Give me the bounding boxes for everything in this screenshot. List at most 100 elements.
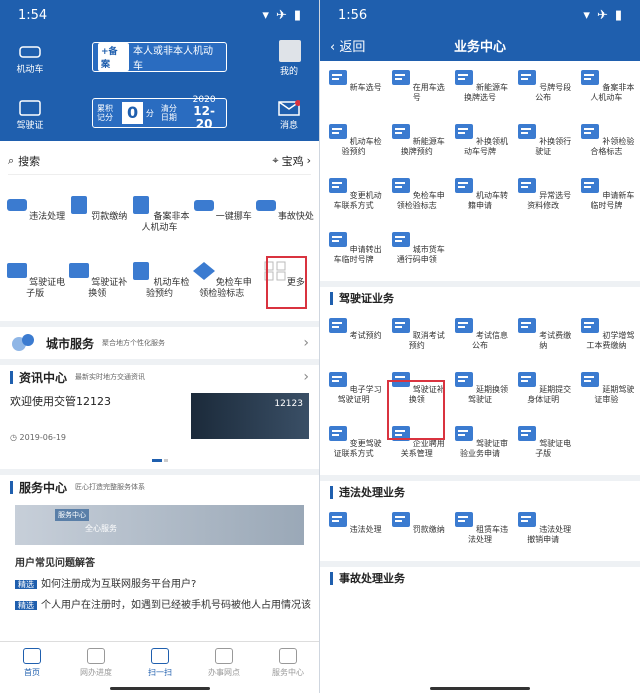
city-selector[interactable]: ⌖ 宝鸡 › [272,153,311,169]
business-item[interactable]: 违法处理撤销申请 [512,507,575,561]
grid-item-accident[interactable]: 事故快处 [253,189,315,255]
wifi-icon: ▾ [583,7,590,23]
license-label: 驾驶证 [16,121,44,131]
grid-item-license-replace[interactable]: 驾驶证补换领 [66,255,128,321]
left-screen: 1:54 ▾ ✈ ▮ 机动车 +备案 本人或非本人机动车 我的 驾驶证 累积记分… [0,0,320,693]
business-item[interactable]: 新车选号 [322,65,385,119]
business-item[interactable]: 补换领机动车号牌 [448,119,511,173]
business-item[interactable]: 考试信息公布 [448,313,511,367]
business-item[interactable]: 机动车转籍申请 [448,173,511,227]
business-item[interactable]: 号牌号段公布 [512,65,575,119]
back-button[interactable]: ‹ 返回 [330,36,365,55]
service-title: 服务中心 [19,480,68,495]
tab-home[interactable]: 首页 [0,642,64,693]
service-banner[interactable]: 服务中心 全心服务 [15,505,304,545]
score-panel[interactable]: 累积记分 0 分 清分日期 2020 12-20 [92,95,227,130]
business-label: 罚款缴纳 [412,525,445,534]
avatar[interactable] [279,40,301,62]
grid-item-violation[interactable]: 违法处理 [4,189,66,255]
business-label: 违法处理 [349,525,382,534]
business-item[interactable]: 在用车选号 [385,65,448,119]
business-item[interactable]: 电子学习驾驶证明 [322,367,385,421]
business-item[interactable]: 申请新车临时号牌 [575,173,638,227]
location-icon: ⌖ [272,153,279,167]
document-icon [454,426,473,441]
faq-title: 用户常见问题解答 [15,558,95,569]
clear-date: 12-20 [193,103,215,131]
business-item[interactable]: 初学增驾工本费缴纳 [575,313,638,367]
grid-item-fine[interactable]: 罚款缴纳 [66,189,128,255]
map-pin-icon [215,648,233,664]
bottom-tab-bar: 首页 网办进度 扫一扫 办事网点 服务中心 [0,641,319,693]
business-item[interactable]: 考试费缴纳 [512,313,575,367]
grid-item-move-car[interactable]: 一键挪车 [191,189,253,255]
business-item[interactable]: 城市货车通行码申领 [385,227,448,281]
document-icon [328,124,347,139]
business-item[interactable]: 违法处理 [322,507,385,561]
chevron-right-icon: › [303,369,309,385]
document-icon [328,426,347,441]
business-item[interactable]: 变更机动车联系方式 [322,173,385,227]
airplane-icon: ✈ [596,7,608,23]
business-item[interactable]: 延期提交身体证明 [512,367,575,421]
tab-outlets[interactable]: 办事网点 [192,642,256,693]
faq-item[interactable]: 精选 如何注册成为互联网服务平台用户? [0,572,319,593]
business-item[interactable]: 新能源车换牌预约 [385,119,448,173]
business-item[interactable]: 延期驾驶证审验 [575,367,638,421]
grid-label: 一键挪车 [215,212,252,222]
grid-label: 驾驶证电子版 [26,278,66,299]
news-item[interactable]: 欢迎使用交管12123 ◷ 2019-06-19 12123 [0,389,319,459]
plate-register-button[interactable]: +备案 本人或非本人机动车 [92,42,227,72]
business-item[interactable]: 驾驶证审验业务申请 [448,421,511,475]
tab-label: 网办进度 [80,668,112,677]
business-item[interactable]: 机动车检验预约 [322,119,385,173]
business-item[interactable]: 备案非本人机动车 [575,65,638,119]
service-section-header[interactable]: 服务中心 匠心打造完整服务体系 [0,469,319,499]
grid-item-register[interactable]: 备案非本人机动车 [128,189,190,255]
faq-item[interactable]: 精选 个人用户在注册时，如遇到已经被手机号码被他人占用情况该 [0,593,319,614]
vehicle-button[interactable]: 机动车 [10,44,50,75]
tab-label: 办事网点 [208,668,240,677]
tab-service[interactable]: 服务中心 [256,642,319,693]
document-icon [328,232,347,247]
search-input[interactable]: 搜索 [18,153,40,169]
tab-label: 扫一扫 [148,668,172,677]
tab-scan[interactable]: 扫一扫 [128,642,192,693]
business-item[interactable]: 补换领行驶证 [512,119,575,173]
grid-item-inspection[interactable]: 机动车检验预约 [128,255,190,321]
grid-item-e-license[interactable]: 驾驶证电子版 [4,255,66,321]
business-item[interactable]: 租赁车违法处理 [448,507,511,561]
business-item[interactable]: 异常选号资料修改 [512,173,575,227]
clear-date-box: 2020 12-20 [186,95,222,132]
city-service-section[interactable]: 城市服务 聚合地方个性化服务 › [0,321,319,359]
business-item[interactable]: 新能源车换牌选号 [448,65,511,119]
document-icon [391,318,410,333]
section-bar [330,485,333,499]
news-section-header[interactable]: 资讯中心 最新实时地方交通资讯 › [0,359,319,389]
section-bar [10,480,13,494]
business-item[interactable]: 考试预约 [322,313,385,367]
document-icon [518,318,537,333]
tab-progress[interactable]: 网办进度 [64,642,128,693]
grid-item-exempt[interactable]: 免检车申领检验标志 [191,255,253,321]
business-item[interactable]: 延期换领驾驶证 [448,367,511,421]
search-bar[interactable]: ⌕ 搜索 ⌖ 宝鸡 › [8,147,311,175]
business-item[interactable]: 驾驶证电子版 [512,421,575,475]
license-icon [69,263,90,278]
battery-icon: ▮ [614,7,622,23]
business-item[interactable]: 取消考试预约 [385,313,448,367]
business-label: 号牌号段公布 [535,83,572,102]
business-item[interactable]: 免检车申领检验标志 [385,173,448,227]
business-item[interactable]: 申请转出车临时号牌 [322,227,385,281]
violation-section-title: 违法处理业务 [339,486,405,499]
highlight-box [387,380,445,440]
business-item[interactable]: 变更驾驶证联系方式 [322,421,385,475]
business-item[interactable]: 补领检验合格标志 [575,119,638,173]
business-item[interactable]: 罚款缴纳 [385,507,448,561]
me-label[interactable]: 我的 [269,64,309,77]
license-button[interactable]: 驾驶证 [10,100,50,131]
service-icon [279,648,297,664]
license-business-grid: 考试预约 取消考试预约 考试信息公布 考试费缴纳 初学增驾工本费缴纳电子学习驾驶证明驾驶… [320,309,640,475]
faq-tag: 精选 [15,580,37,589]
message-button[interactable]: 消息 [269,100,309,131]
